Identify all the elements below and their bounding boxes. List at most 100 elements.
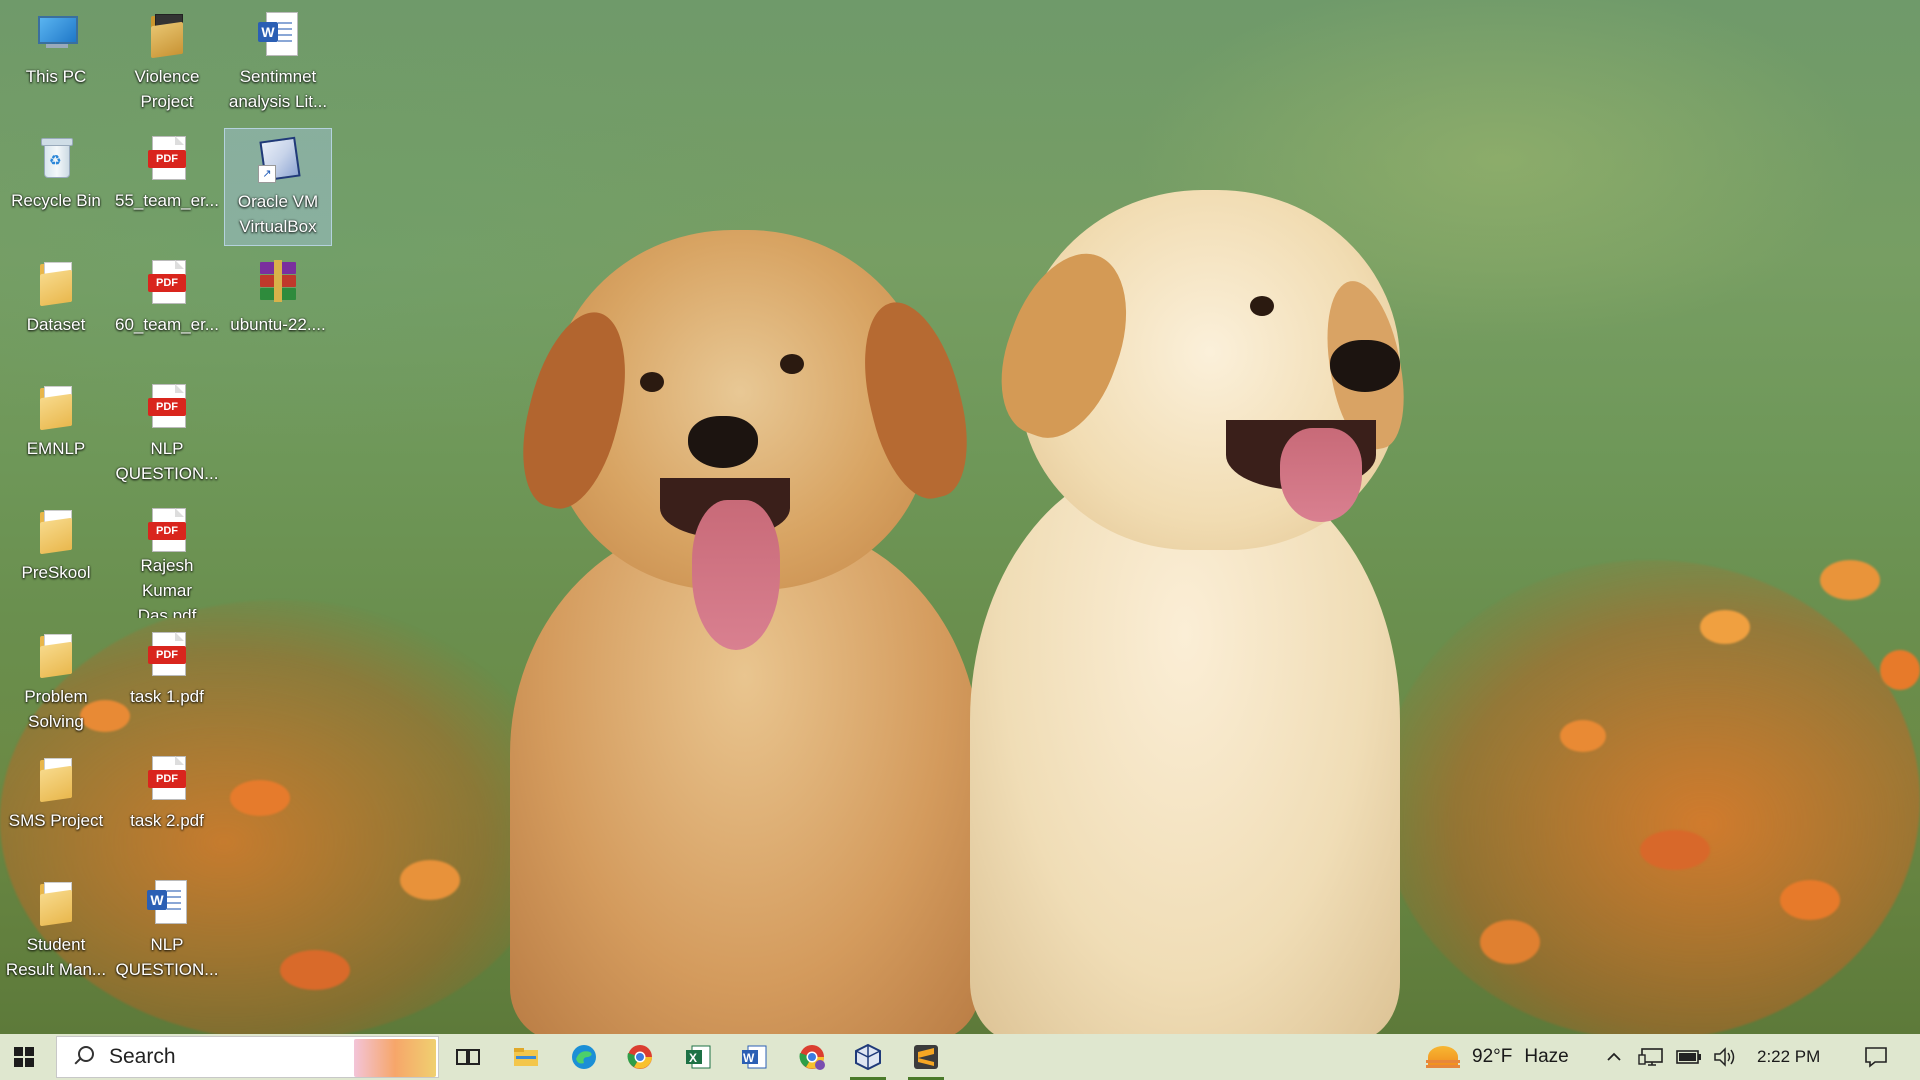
desktop-icon-emnlp[interactable]: EMNLP — [2, 376, 110, 494]
puppy-right — [960, 190, 1460, 1034]
desktop-icon-label: 60_team_er... — [115, 315, 219, 334]
sublime-icon — [914, 1045, 938, 1069]
desktop-icon-label: Student Result Man... — [5, 935, 107, 979]
pdf-icon: PDF — [143, 382, 191, 430]
search-placeholder: Search — [109, 1045, 176, 1068]
notification-center-button[interactable] — [1856, 1034, 1896, 1080]
desktop-icon-label: Rajesh Kumar Das.pdf — [137, 556, 197, 618]
desktop-icon-dataset[interactable]: Dataset — [2, 252, 110, 370]
chrome-icon — [627, 1045, 652, 1069]
svg-text:X: X — [689, 1051, 697, 1065]
clock-time: 2:22 PM — [1757, 1047, 1821, 1066]
desktop-icon-rajesh-kumar[interactable]: PDF Rajesh Kumar Das.pdf — [113, 500, 221, 618]
desktop-icon-task-2[interactable]: PDF task 2.pdf — [113, 748, 221, 866]
taskbar-chrome-profile[interactable] — [788, 1034, 836, 1080]
desktop-icon-label: ubuntu-22.... — [230, 315, 326, 334]
battery-button[interactable] — [1676, 1034, 1702, 1080]
virtualbox-icon: ↗ — [254, 135, 302, 183]
virtualbox-icon — [855, 1043, 881, 1071]
taskbar-word[interactable]: W — [730, 1034, 778, 1080]
desktop-icon-55-team[interactable]: PDF 55_team_er... — [113, 128, 221, 246]
desktop-icon-nlp-question-doc[interactable]: W NLP QUESTION... — [113, 872, 221, 990]
desktop-icon-label: NLP QUESTION... — [115, 439, 219, 483]
desktop-icon-label: task 1.pdf — [130, 687, 204, 706]
desktop-icon-oracle-virtualbox[interactable]: ↗ Oracle VM VirtualBox — [224, 128, 332, 246]
desktop-icon-label: EMNLP — [26, 439, 86, 458]
chevron-up-icon — [1607, 1052, 1621, 1061]
start-button[interactable] — [0, 1034, 48, 1080]
desktop-icon-task-1[interactable]: PDF task 1.pdf — [113, 624, 221, 742]
desktop-icon-sentiment-analysis[interactable]: W Sentimnet analysis Lit... — [224, 4, 332, 122]
volume-button[interactable] — [1712, 1034, 1738, 1080]
pdf-icon: PDF — [143, 134, 191, 182]
pdf-icon: PDF — [143, 506, 191, 552]
folder-icon — [32, 506, 80, 555]
desktop-icon-recycle-bin[interactable]: ♻ Recycle Bin — [2, 128, 110, 246]
pdf-icon: PDF — [143, 754, 191, 802]
desktop-icon-60-team[interactable]: PDF 60_team_er... — [113, 252, 221, 370]
show-hidden-icons-button[interactable] — [1604, 1034, 1624, 1080]
taskbar-edge[interactable] — [560, 1034, 608, 1080]
network-icon — [1638, 1048, 1663, 1066]
desktop-icon-label: Sentimnet analysis Lit... — [228, 67, 328, 111]
taskbar-search-box[interactable]: Search — [56, 1036, 439, 1078]
clock[interactable]: 2:22 PM — [1757, 1034, 1820, 1080]
task-view-button[interactable] — [444, 1034, 492, 1080]
windows-logo-icon — [14, 1047, 34, 1067]
word-document-icon: W — [254, 10, 302, 58]
weather-widget[interactable]: 92°F Haze — [1426, 1034, 1569, 1080]
taskbar-file-explorer[interactable] — [502, 1034, 550, 1080]
weather-condition: Haze — [1524, 1046, 1569, 1067]
folder-icon — [32, 754, 80, 803]
network-button[interactable] — [1638, 1034, 1664, 1080]
desktop-icon-label: Oracle VM VirtualBox — [237, 192, 319, 236]
folder-icon — [514, 1048, 538, 1066]
desktop-icon-violence-project[interactable]: Violence Project — [113, 4, 221, 122]
chrome-profile-icon — [799, 1045, 825, 1070]
desktop-icon-label: Problem Solving — [24, 687, 88, 731]
computer-icon — [32, 10, 80, 58]
word-icon: W — [742, 1045, 767, 1069]
desktop-icon-label: task 2.pdf — [130, 811, 204, 830]
desktop-icon-nlp-question-pdf[interactable]: PDF NLP QUESTION... — [113, 376, 221, 494]
taskbar-chrome[interactable] — [616, 1034, 664, 1080]
excel-icon: X — [686, 1045, 711, 1069]
desktop-icon-preskool[interactable]: PreSkool — [2, 500, 110, 618]
desktop-icon-this-pc[interactable]: This PC — [2, 4, 110, 122]
desktop-icon-student-result[interactable]: Student Result Man... — [2, 872, 110, 990]
desktop-icon-label: 55_team_er... — [115, 191, 219, 210]
taskbar-virtualbox[interactable] — [844, 1034, 892, 1080]
svg-text:W: W — [743, 1051, 755, 1065]
word-document-icon: W — [143, 878, 191, 926]
puppy-left — [507, 230, 990, 1034]
desktop-icon-label: NLP QUESTION... — [115, 935, 219, 979]
search-highlight-image — [354, 1039, 436, 1077]
taskbar-excel[interactable]: X — [674, 1034, 722, 1080]
weather-temperature: 92°F — [1472, 1046, 1513, 1067]
taskbar-sublime[interactable] — [902, 1034, 950, 1080]
desktop-icon-ubuntu-archive[interactable]: ubuntu-22.... — [224, 252, 332, 370]
folder-icon — [32, 630, 80, 679]
folder-icon — [32, 258, 80, 307]
desktop-icon-label: Recycle Bin — [11, 191, 101, 210]
haze-weather-icon — [1426, 1046, 1460, 1068]
desktop-icon-label: PreSkool — [21, 563, 91, 582]
folder-icon — [32, 878, 80, 927]
battery-icon — [1676, 1050, 1701, 1064]
winrar-archive-icon — [254, 258, 302, 306]
volume-icon — [1714, 1047, 1735, 1067]
task-view-icon — [456, 1049, 480, 1065]
pdf-icon: PDF — [143, 258, 191, 306]
desktop-icon-sms-project[interactable]: SMS Project — [2, 748, 110, 866]
desktop-icon-label: Violence Project — [134, 67, 200, 111]
search-icon — [73, 1046, 95, 1068]
desktop-icon-problem-solving[interactable]: Problem Solving — [2, 624, 110, 742]
recycle-bin-icon: ♻ — [32, 134, 80, 182]
taskbar: Search X W 92°F Haze 2:22 PM — [0, 1034, 1920, 1080]
desktop-icon-label: SMS Project — [8, 811, 104, 830]
desktop-icon-label: This PC — [25, 67, 87, 86]
pdf-icon: PDF — [143, 630, 191, 678]
desktop-icon-label: Dataset — [26, 315, 86, 334]
edge-icon — [572, 1045, 596, 1069]
folder-icon — [32, 382, 80, 431]
